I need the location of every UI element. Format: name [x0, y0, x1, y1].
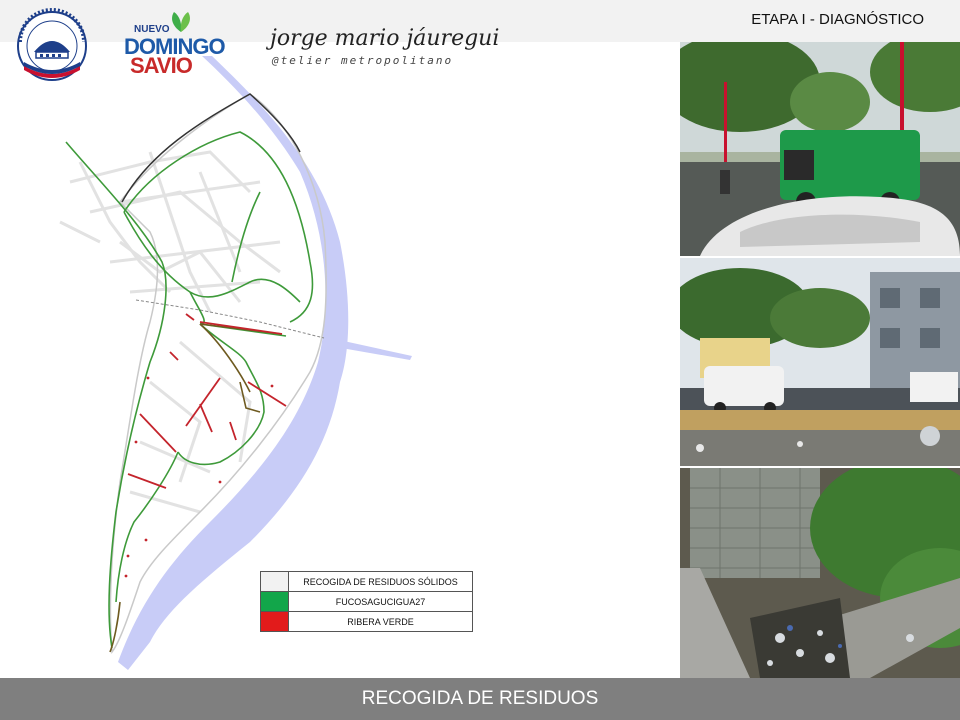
leaf-icon	[172, 12, 190, 32]
legend-swatch-red	[260, 611, 289, 632]
legend-header-row: RECOGIDA DE RESIDUOS SÓLIDOS	[260, 571, 473, 592]
legend-header-swatch	[260, 571, 289, 592]
stage-label: ETAPA I - DIAGNÓSTICO	[751, 11, 924, 28]
legend-row: FUCOSAGUCIGUA27	[260, 591, 473, 612]
photo-trash-channel	[680, 468, 960, 678]
legend-swatch-green	[260, 591, 289, 612]
legend-row: RIBERA VERDE	[260, 611, 473, 632]
footer-title: RECOGIDA DE RESIDUOS	[0, 678, 960, 720]
photo-garbage-truck	[680, 42, 960, 256]
street-network	[59, 150, 281, 514]
legend-title: RECOGIDA DE RESIDUOS SÓLIDOS	[288, 571, 473, 592]
photo-street-van	[680, 258, 960, 466]
legend-label: RIBERA VERDE	[288, 611, 473, 632]
black-road	[121, 93, 301, 203]
legend-label: FUCOSAGUCIGUA27	[288, 591, 473, 612]
map-legend: RECOGIDA DE RESIDUOS SÓLIDOS FUCOSAGUCIG…	[260, 571, 473, 632]
